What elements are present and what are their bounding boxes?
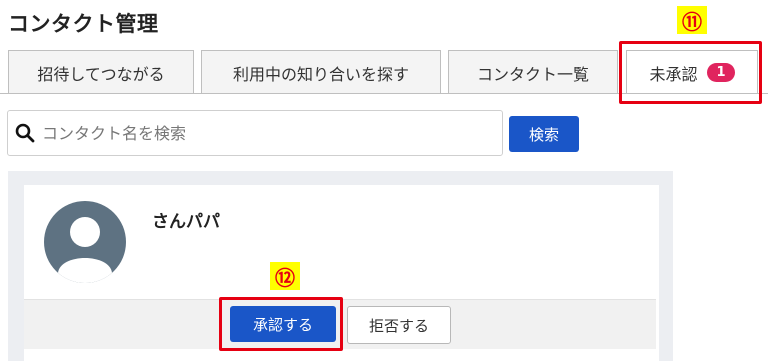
search-icon [8,123,42,143]
tab-invite-label: 招待してつながる [37,64,165,84]
tab-invite[interactable]: 招待してつながる [8,50,194,94]
page-title: コンタクト管理 [8,12,159,36]
tab-find-acquaintances-label: 利用中の知り合いを探す [232,64,409,84]
tab-contact-list-label: コンタクト一覧 [476,64,589,84]
annotation-marker-12: ⑫ [270,262,300,290]
user-silhouette-icon [44,201,126,283]
annotation-marker-11: ⑪ [677,6,707,34]
tab-find-acquaintances[interactable]: 利用中の知り合いを探す [201,50,441,94]
contact-name: さんパパ [152,212,220,232]
search-button[interactable]: 検索 [509,116,579,152]
tab-contact-list[interactable]: コンタクト一覧 [448,50,618,94]
annotation-box-pending-tab [619,41,762,104]
reject-button[interactable]: 拒否する [347,306,451,344]
search-box [7,110,503,156]
annotation-box-approve-button [219,297,343,351]
search-input[interactable] [42,123,482,143]
